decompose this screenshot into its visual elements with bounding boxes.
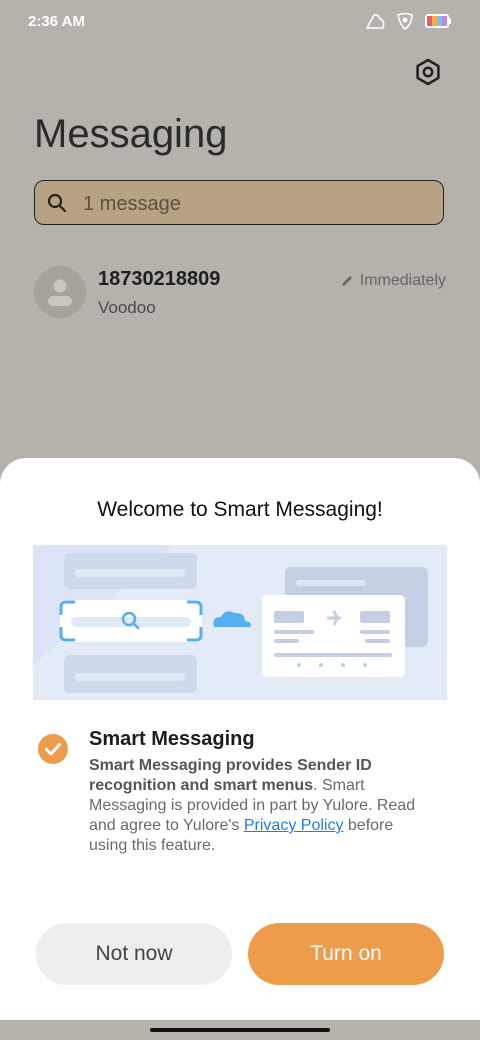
option-description: Smart Messaging provides Sender ID recog… xyxy=(89,756,419,856)
home-indicator[interactable] xyxy=(150,1028,330,1032)
pencil-icon xyxy=(341,276,352,286)
gear-icon xyxy=(416,58,440,86)
sheet-title: Welcome to Smart Messaging! xyxy=(97,498,383,521)
option-title: Smart Messaging xyxy=(89,728,255,750)
settings-button[interactable] xyxy=(414,58,442,86)
conversation-time: Immediately xyxy=(340,272,446,290)
smart-messaging-checkbox[interactable] xyxy=(38,734,68,764)
avatar xyxy=(34,266,86,318)
battery-icon xyxy=(425,14,451,28)
page-title: Messaging xyxy=(34,112,228,156)
turn-on-button[interactable]: Turn on xyxy=(248,923,444,985)
welcome-sheet: Welcome to Smart Messaging! Smart Messag… xyxy=(0,458,480,1020)
search-placeholder: 1 message xyxy=(83,193,181,215)
privacy-policy-link[interactable]: Privacy Policy xyxy=(244,817,344,834)
search-icon xyxy=(47,193,67,213)
cloud-icon xyxy=(365,14,385,29)
smart-messaging-illustration xyxy=(33,545,447,700)
status-bar: 2:36 AM xyxy=(0,0,480,44)
conversation-time-label: Immediately xyxy=(359,272,446,289)
person-icon xyxy=(48,279,72,306)
checkmark-icon xyxy=(45,743,61,756)
status-time: 2:36 AM xyxy=(28,13,85,30)
search-input[interactable]: 1 message xyxy=(34,180,444,225)
not-now-button[interactable]: Not now xyxy=(36,923,232,985)
conversation-sender: 18730218809 xyxy=(98,268,221,290)
shield-icon xyxy=(397,12,413,30)
conversation-row[interactable]: 18730218809 Voodoo Immediately xyxy=(34,266,446,326)
status-icons xyxy=(364,12,452,30)
conversation-snippet: Voodoo xyxy=(98,298,156,317)
